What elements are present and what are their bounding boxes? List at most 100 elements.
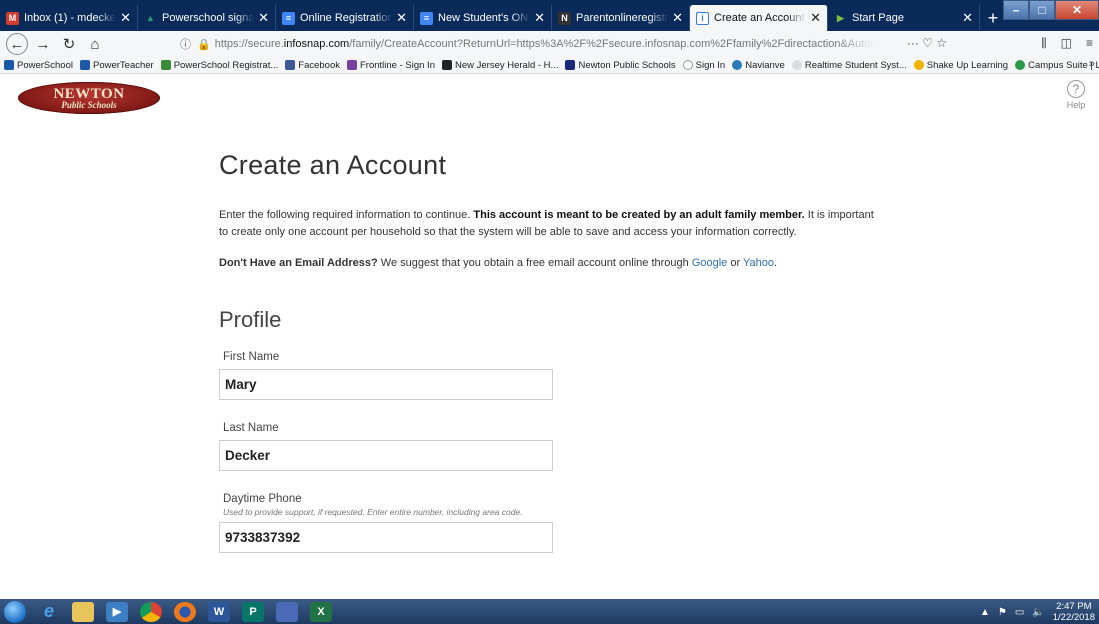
start-page-icon: ▶ xyxy=(837,12,844,23)
yahoo-link[interactable]: Yahoo xyxy=(743,257,774,269)
close-icon[interactable]: ✕ xyxy=(258,10,269,26)
sidebar-icon[interactable]: ◫ xyxy=(1061,36,1072,51)
windows-taskbar: e ▶ W P X ▲ ⚑ ▭ 🔈 2:47 PM 1/22/2018 xyxy=(0,599,1099,624)
gmail-icon: M xyxy=(6,11,19,25)
chevron-up-icon[interactable]: ▲ xyxy=(980,607,990,618)
facebook-icon xyxy=(285,60,296,70)
close-icon[interactable]: ✕ xyxy=(396,10,407,26)
page-actions[interactable]: ··· ♡ ☆ xyxy=(907,36,947,50)
bookmark-navianve[interactable]: Navianve xyxy=(732,60,785,71)
page-title: Create an Account xyxy=(219,150,447,180)
close-icon[interactable]: ✕ xyxy=(672,10,683,26)
bookmark-sign-in[interactable]: Sign In xyxy=(682,60,725,71)
phone-group: Daytime Phone Used to provide support, i… xyxy=(219,493,889,553)
close-window-button[interactable]: ✕ xyxy=(1055,0,1099,20)
bookmark-campus-suite[interactable]: Campus Suite | Login xyxy=(1015,60,1099,71)
bookmark-powerschool[interactable]: PowerSchool xyxy=(4,60,73,71)
network-icon[interactable] xyxy=(276,601,298,622)
last-name-label: Last Name xyxy=(223,422,279,434)
help-label: Help xyxy=(1066,100,1086,110)
chevron-right-icon[interactable]: » xyxy=(1089,58,1095,70)
tab-title: Create an Account - New xyxy=(714,12,806,24)
media-player-icon[interactable]: ▶ xyxy=(106,601,128,622)
tab-title: Online Registration Instruc xyxy=(300,12,393,24)
tab-powerschool-signature[interactable]: ▲ Powerschool signature req ✕ xyxy=(138,5,276,31)
last-name-input[interactable] xyxy=(219,440,553,471)
toolbar-right: ⫼ ◫ ≡ xyxy=(1041,36,1093,51)
display-icon[interactable]: ▭ xyxy=(1015,607,1024,618)
bookmark-frontline[interactable]: Frontline - Sign In xyxy=(347,60,435,71)
publisher-icon[interactable]: P xyxy=(242,601,264,622)
url-bar[interactable]: ⓘ 🔒 https://secure.infosnap.com/family/C… xyxy=(180,34,955,54)
newton-icon: N xyxy=(558,11,571,25)
reload-button[interactable]: ↻ xyxy=(58,33,80,55)
google-link[interactable]: Google xyxy=(692,257,727,269)
help-button[interactable]: ? Help xyxy=(1061,80,1091,110)
help-icon: ? xyxy=(1067,80,1085,98)
system-tray: ▲ ⚑ ▭ 🔈 2:47 PM 1/22/2018 xyxy=(980,601,1095,623)
chrome-icon[interactable] xyxy=(140,601,162,622)
ie-icon[interactable]: e xyxy=(38,601,60,622)
file-explorer-icon[interactable] xyxy=(72,601,94,622)
tab-title: New Student's ONLINE REG xyxy=(438,12,530,24)
shake-up-icon xyxy=(913,60,924,70)
powerschool-icon xyxy=(4,60,14,70)
powerteacher-icon xyxy=(79,60,90,70)
profile-heading: Profile xyxy=(219,307,282,332)
bookmark-shake-up-learning[interactable]: Shake Up Learning xyxy=(913,60,1008,71)
start-button[interactable] xyxy=(4,600,26,623)
bookmark-newton-schools[interactable]: Newton Public Schools xyxy=(565,60,676,71)
window-controls: – □ ✕ xyxy=(1003,0,1099,20)
intro-text: Enter the following required information… xyxy=(219,209,874,238)
logo-title: NEWTON xyxy=(53,85,125,102)
email-note: Don't Have an Email Address? We suggest … xyxy=(219,257,778,269)
tab-inbox[interactable]: M Inbox (1) - mdecker@newto ✕ xyxy=(0,5,138,31)
clock[interactable]: 2:47 PM 1/22/2018 xyxy=(1053,601,1095,623)
speaker-icon[interactable]: 🔈 xyxy=(1032,607,1044,618)
info-icon[interactable]: ⓘ xyxy=(180,36,191,52)
clock-icon xyxy=(682,60,693,70)
tab-parent-registration[interactable]: N Parentonlineregistrationin ✕ xyxy=(552,5,690,31)
excel-icon[interactable]: X xyxy=(310,601,332,622)
frontline-icon xyxy=(347,60,357,70)
home-button[interactable]: ⌂ xyxy=(84,33,106,55)
maximize-button[interactable]: □ xyxy=(1029,0,1055,20)
minimize-button[interactable]: – xyxy=(1003,0,1029,20)
logo-subtitle: Public Schools xyxy=(61,99,117,110)
back-button[interactable]: ← xyxy=(6,33,28,55)
flag-icon[interactable]: ⚑ xyxy=(998,607,1007,618)
close-icon[interactable]: ✕ xyxy=(962,10,973,26)
close-icon[interactable]: ✕ xyxy=(534,10,545,26)
bookmark-powerschool-registration[interactable]: PowerSchool Registrat... xyxy=(160,60,278,71)
menu-icon[interactable]: ≡ xyxy=(1086,36,1093,51)
naviance-icon xyxy=(732,60,743,70)
bookmark-powerteacher[interactable]: PowerTeacher xyxy=(79,60,154,71)
first-name-input[interactable] xyxy=(219,369,553,400)
campus-suite-icon xyxy=(1015,60,1026,70)
library-icon[interactable]: ⫼ xyxy=(1041,36,1047,51)
google-docs-icon: ≡ xyxy=(420,11,433,25)
word-icon[interactable]: W xyxy=(208,601,230,622)
forward-button[interactable]: → xyxy=(32,33,54,55)
close-icon[interactable]: ✕ xyxy=(120,10,131,26)
bookmark-nj-herald[interactable]: New Jersey Herald - H... xyxy=(441,60,558,71)
google-docs-icon: ≡ xyxy=(282,11,295,25)
tab-create-account[interactable]: i Create an Account - New ✕ xyxy=(690,5,828,31)
tab-title: Parentonlineregistrationin xyxy=(576,12,669,24)
bookmarks-toolbar: PowerSchool PowerTeacher PowerSchool Reg… xyxy=(0,57,1099,74)
close-icon[interactable]: ✕ xyxy=(810,10,821,26)
bookmark-facebook[interactable]: Facebook xyxy=(285,60,340,71)
newton-logo[interactable]: NEWTON Public Schools xyxy=(18,82,160,114)
phone-hint: Used to provide support, if requested. E… xyxy=(223,507,523,517)
tab-start-page[interactable]: ▶ Start Page ✕ xyxy=(828,5,980,31)
registration-icon xyxy=(160,60,171,70)
tab-new-students[interactable]: ≡ New Student's ONLINE REG ✕ xyxy=(414,5,552,31)
url-text: https://secure.infosnap.com/family/Creat… xyxy=(214,38,875,50)
bookmark-realtime[interactable]: Realtime Student Syst... xyxy=(791,60,907,71)
phone-input[interactable] xyxy=(219,522,553,553)
tab-title: Powerschool signature req xyxy=(162,12,255,24)
firefox-icon[interactable] xyxy=(174,601,196,622)
tab-online-registration[interactable]: ≡ Online Registration Instruc ✕ xyxy=(276,5,414,31)
nj-herald-icon xyxy=(441,60,452,70)
browser-tab-bar: M Inbox (1) - mdecker@newto ✕ ▲ Powersch… xyxy=(0,0,1099,31)
